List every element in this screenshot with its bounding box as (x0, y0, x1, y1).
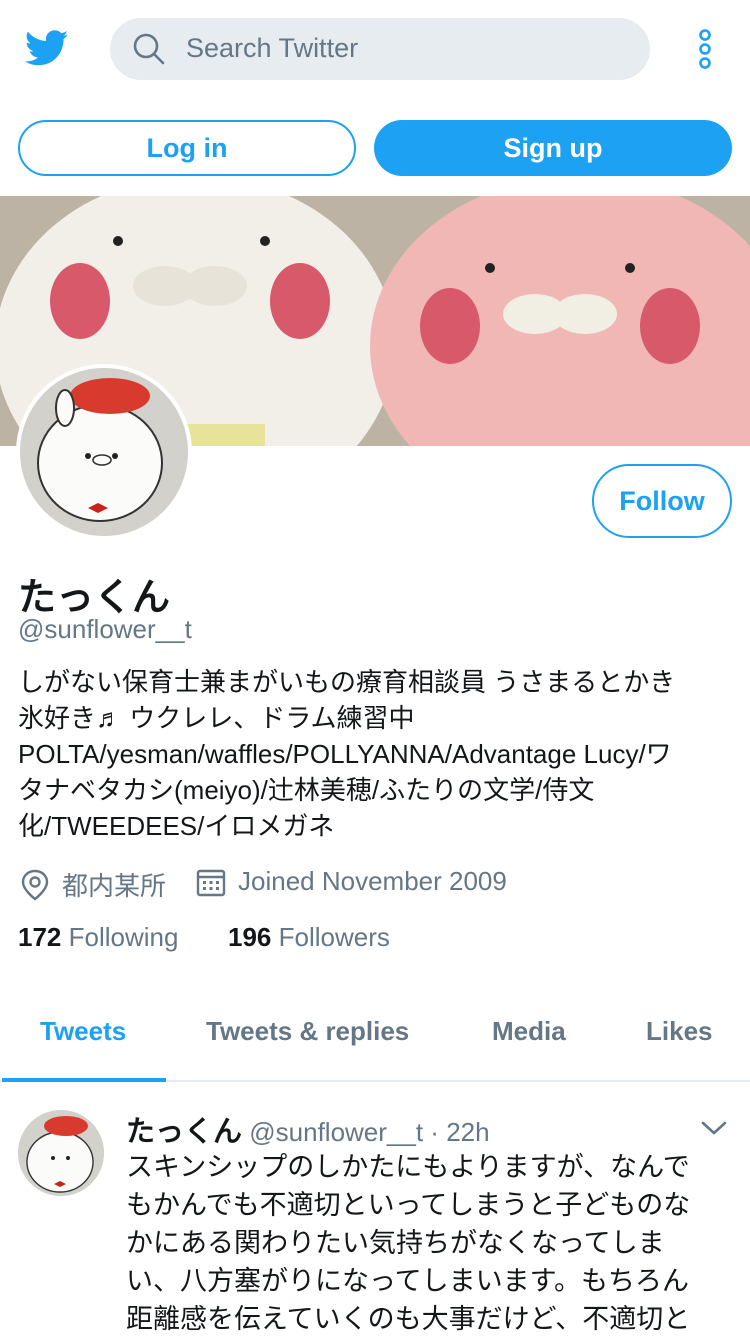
chevron-down-icon[interactable] (700, 1118, 728, 1138)
search-placeholder: Search Twitter (186, 33, 359, 63)
bio-line: POLTA/yesman/waffles/POLLYANNA/Advantage… (18, 739, 672, 769)
avatar-image (20, 368, 188, 536)
tab-likes[interactable]: Likes (646, 1016, 713, 1047)
signup-button[interactable]: Sign up (374, 120, 732, 176)
bio-line: しがない保育士兼まがいもの療育相談員 うさまるとかき (18, 667, 676, 697)
tweet-avatar[interactable] (18, 1110, 104, 1196)
tab-media[interactable]: Media (492, 1016, 566, 1047)
profile-tabs: Tweets Tweets & replies Media Likes (0, 1000, 750, 1082)
search-input[interactable]: Search Twitter (110, 18, 650, 80)
profile-avatar[interactable] (16, 364, 192, 540)
tab-tweets[interactable]: Tweets (40, 1016, 126, 1047)
tweet-author-name[interactable]: たっくん (126, 1116, 242, 1148)
active-tab-indicator (2, 1078, 166, 1082)
search-icon (133, 33, 165, 65)
tweet-separator: · (430, 1117, 439, 1147)
followers-stat[interactable]: 196 Followers (228, 922, 390, 953)
following-label: Following (68, 922, 179, 952)
profile-name: たっくん (18, 577, 171, 619)
calendar-icon (196, 869, 226, 896)
profile-location: 都内某所 (20, 866, 166, 903)
profile-bio: しがない保育士兼まがいもの療育相談員 うさまるとかき 氷好き♬ ウクレレ、ドラム… (18, 664, 734, 844)
tweet-text: スキンシップのしかたにもよりますが、なんで もかんでも不適切といってしまうと子ど… (126, 1148, 726, 1338)
tab-tweets-replies[interactable]: Tweets & replies (206, 1016, 409, 1047)
location-text: 都内某所 (62, 871, 167, 901)
tweet-avatar-image (18, 1110, 104, 1196)
tweet-author-handle[interactable]: @sunflower__t (249, 1117, 423, 1147)
twitter-bird-icon[interactable] (22, 26, 72, 70)
login-button[interactable]: Log in (18, 120, 356, 176)
followers-count: 196 (228, 922, 272, 952)
profile-handle: @sunflower__t (18, 614, 192, 644)
followers-label: Followers (278, 922, 390, 952)
tweet-line: スキンシップのしかたにもよりますが、なんで (126, 1152, 690, 1182)
tweet-line: もかんでも不適切といってしまうと子どものな (126, 1190, 691, 1220)
tweet-line: かにある関わりたい気持ちがなくなってしま (126, 1228, 665, 1258)
follow-button[interactable]: Follow (592, 464, 732, 538)
location-pin-icon (21, 869, 49, 901)
tweet-line: い、八方塞がりになってしまいます。もちろん (126, 1266, 689, 1296)
bio-line: 化/TWEEDEES/イロメガネ (18, 811, 335, 841)
more-vertical-icon[interactable] (690, 28, 720, 70)
joined-text: Joined November 2009 (238, 866, 507, 896)
following-stat[interactable]: 172 Following (18, 922, 178, 953)
tweet-time[interactable]: 22h (446, 1117, 489, 1147)
bio-line: タナベタカシ(meiyo)/辻林美穂/ふたりの文学/侍文 (18, 775, 595, 805)
bio-line: 氷好き♬ ウクレレ、ドラム練習中 (18, 703, 415, 733)
tweet-header: たっくん @sunflower__t · 22h (126, 1108, 490, 1150)
profile-joined: Joined November 2009 (196, 866, 507, 897)
tweet-line: 距離感を伝えていくのも大事だけど、不適切と (126, 1304, 691, 1334)
following-count: 172 (18, 922, 62, 952)
